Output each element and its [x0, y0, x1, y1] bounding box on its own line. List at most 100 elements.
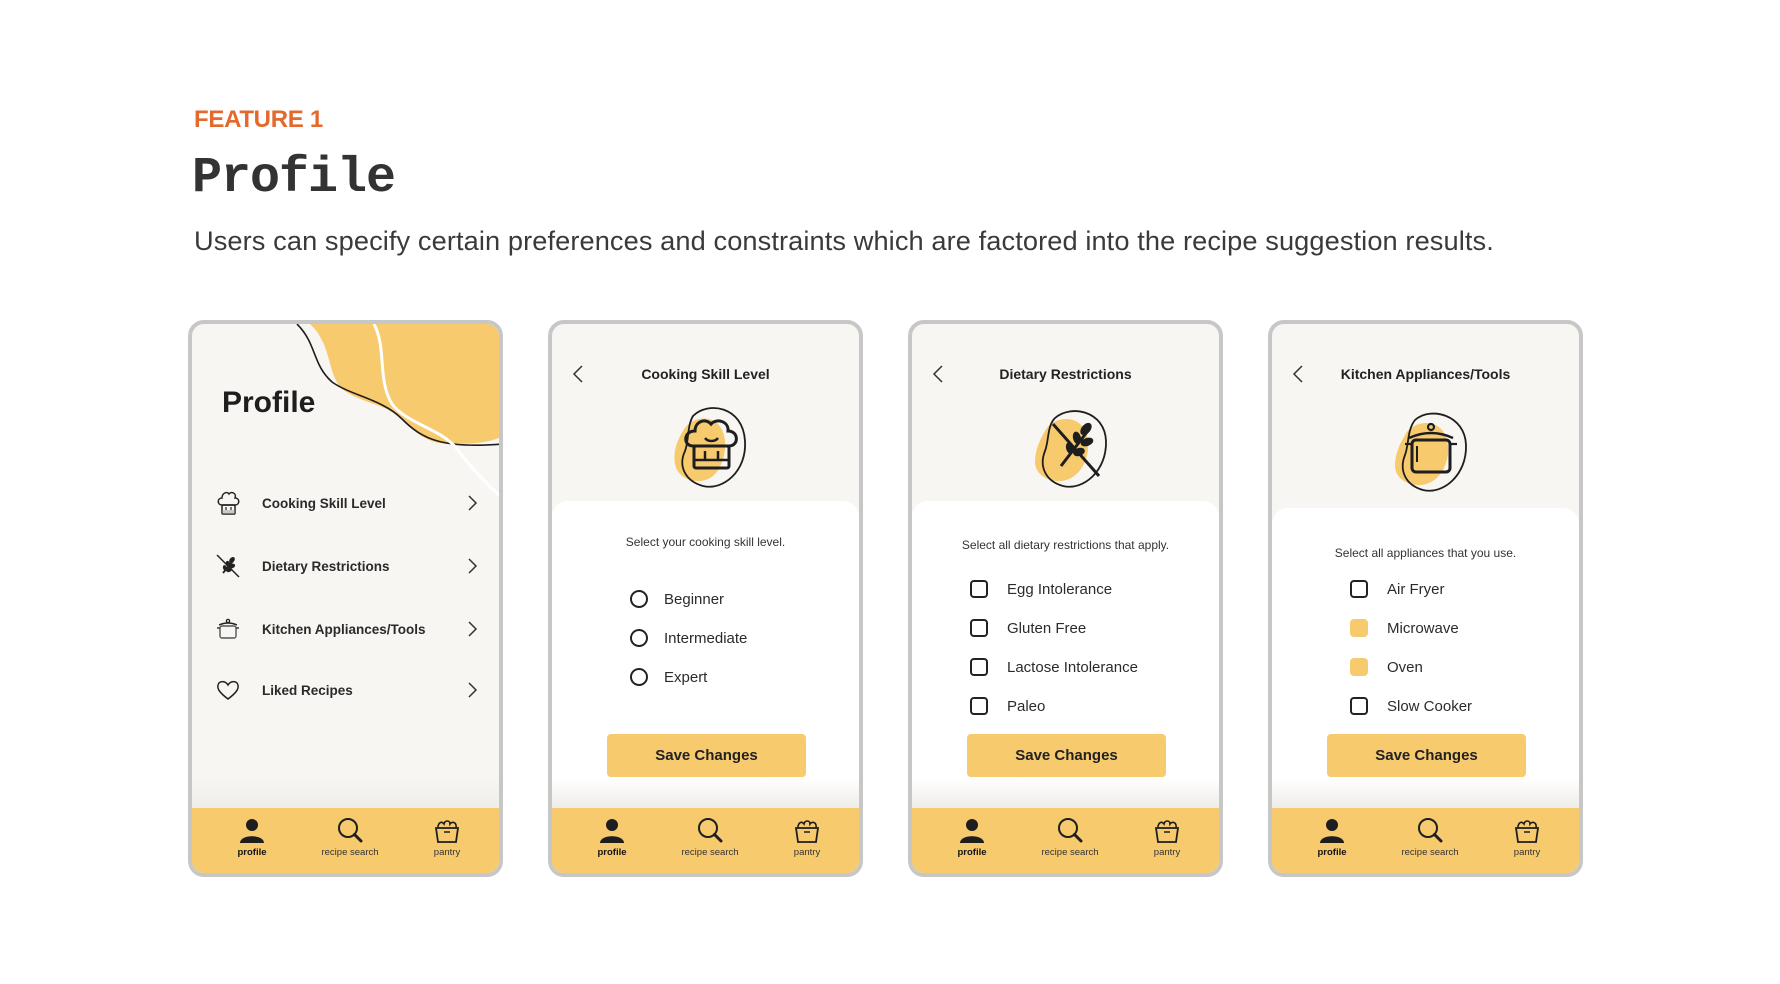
nav-recipe-search[interactable]: recipe search: [1380, 816, 1480, 858]
checkbox-option-microwave[interactable]: Microwave: [1350, 616, 1459, 640]
menu-item-kitchen-appliances[interactable]: Kitchen Appliances/Tools: [214, 612, 479, 646]
menu-item-label: Kitchen Appliances/Tools: [262, 621, 426, 637]
bottom-nav: profile recipe search pantry: [1272, 808, 1579, 873]
checkbox-option-slow-cooker[interactable]: Slow Cooker: [1350, 694, 1472, 718]
option-label: Egg Intolerance: [1007, 580, 1113, 598]
bottom-nav: profile recipe search pantry: [912, 808, 1219, 873]
options-card: Select all dietary restrictions that app…: [912, 501, 1219, 808]
chevron-right-icon: [468, 682, 478, 698]
phone-dietary-restrictions-screen: Dietary Restrictions Select all dietary …: [908, 320, 1223, 877]
menu-item-dietary-restrictions[interactable]: Dietary Restrictions: [214, 549, 479, 583]
option-label: Paleo: [1007, 697, 1046, 715]
nav-shadow: [912, 778, 1219, 808]
radio-option-expert[interactable]: Expert: [630, 665, 707, 689]
heart-icon: [217, 680, 239, 700]
radio-option-beginner[interactable]: Beginner: [630, 587, 724, 611]
basket-icon: [794, 820, 820, 843]
checkbox[interactable]: [1350, 580, 1368, 598]
option-label: Lactose Intolerance: [1007, 658, 1138, 676]
instruction-text: Select all dietary restrictions that app…: [961, 538, 1170, 552]
menu-item-label: Dietary Restrictions: [262, 558, 390, 574]
basket-icon: [434, 820, 460, 843]
bottom-nav: profile recipe search pantry: [192, 808, 499, 873]
nav-recipe-search[interactable]: recipe search: [660, 816, 760, 858]
basket-icon: [1514, 820, 1540, 843]
person-icon: [600, 819, 624, 843]
nav-label: pantry: [433, 847, 461, 858]
checkbox-option-paleo[interactable]: Paleo: [970, 694, 1045, 718]
page-title: Profile: [192, 150, 396, 207]
phone-profile-screen: Profile Cooking Skill Level Dietary Rest…: [188, 320, 503, 877]
screen-title: Dietary Restrictions: [999, 366, 1132, 382]
no-wheat-icon: [1035, 410, 1107, 488]
checkbox-option-egg-intolerance[interactable]: Egg Intolerance: [970, 577, 1112, 601]
radio-button[interactable]: [630, 668, 648, 686]
person-icon: [960, 819, 984, 843]
nav-profile[interactable]: profile: [1282, 816, 1382, 858]
phone-kitchen-appliances-screen: Kitchen Appliances/Tools Select all appl…: [1268, 320, 1583, 877]
search-icon: [1418, 818, 1443, 843]
checkbox[interactable]: [970, 580, 988, 598]
menu-item-label: Cooking Skill Level: [262, 495, 386, 511]
option-label: Beginner: [664, 590, 725, 608]
option-label: Expert: [664, 668, 708, 686]
screen-title: Cooking Skill Level: [641, 366, 770, 382]
radio-button[interactable]: [630, 629, 648, 647]
nav-profile[interactable]: profile: [202, 816, 302, 858]
feature-eyebrow: FEATURE 1: [194, 106, 323, 133]
nav-pantry[interactable]: pantry: [1117, 816, 1217, 858]
checkbox[interactable]: [970, 619, 988, 637]
options-card: Select all appliances that you use. Air …: [1272, 508, 1579, 808]
nav-label: profile: [1317, 847, 1347, 858]
checkbox-option-air-fryer[interactable]: Air Fryer: [1350, 577, 1445, 601]
checkbox-checked[interactable]: [1350, 658, 1368, 676]
search-icon: [698, 818, 723, 843]
nav-profile[interactable]: profile: [922, 816, 1022, 858]
option-label: Air Fryer: [1387, 580, 1445, 598]
basket-icon: [1154, 820, 1180, 843]
checkbox-option-oven[interactable]: Oven: [1350, 655, 1423, 679]
radio-option-intermediate[interactable]: Intermediate: [630, 626, 747, 650]
search-icon: [1058, 818, 1083, 843]
page-subtitle: Users can specify certain preferences an…: [194, 225, 1494, 256]
option-label: Oven: [1387, 658, 1423, 676]
nav-recipe-search[interactable]: recipe search: [300, 816, 400, 858]
chevron-right-icon: [468, 558, 478, 574]
nav-label: pantry: [793, 847, 821, 858]
screen-title: Kitchen Appliances/Tools: [1340, 366, 1511, 382]
options-card: Select your cooking skill level. Beginne…: [552, 501, 859, 808]
menu-item-label: Liked Recipes: [262, 682, 353, 698]
nav-label: recipe search: [1401, 847, 1459, 858]
nav-pantry[interactable]: pantry: [397, 816, 497, 858]
person-icon: [1320, 819, 1344, 843]
bottom-nav: profile recipe search pantry: [552, 808, 859, 873]
checkbox-checked[interactable]: [1350, 619, 1368, 637]
nav-pantry[interactable]: pantry: [1477, 816, 1577, 858]
nav-label: recipe search: [321, 847, 379, 858]
save-changes-button[interactable]: Save Changes: [607, 734, 806, 777]
radio-button[interactable]: [630, 590, 648, 608]
checkbox-option-gluten-free[interactable]: Gluten Free: [970, 616, 1086, 640]
checkbox-option-lactose-intolerance[interactable]: Lactose Intolerance: [970, 655, 1138, 679]
nav-label: recipe search: [1041, 847, 1099, 858]
instruction-text: Select all appliances that you use.: [1334, 546, 1517, 560]
chef-hat-icon: [674, 407, 746, 488]
menu-item-cooking-skill[interactable]: Cooking Skill Level: [214, 486, 479, 520]
nav-shadow: [192, 778, 499, 808]
checkbox[interactable]: [970, 697, 988, 715]
person-icon: [240, 819, 264, 843]
nav-label: profile: [597, 847, 627, 858]
nav-shadow: [552, 778, 859, 808]
save-changes-button[interactable]: Save Changes: [1327, 734, 1526, 777]
nav-profile[interactable]: profile: [562, 816, 662, 858]
nav-recipe-search[interactable]: recipe search: [1020, 816, 1120, 858]
checkbox[interactable]: [970, 658, 988, 676]
save-changes-button[interactable]: Save Changes: [967, 734, 1166, 777]
nav-label: pantry: [1153, 847, 1181, 858]
profile-screen-title: Profile: [222, 386, 316, 419]
chef-hat-icon: [217, 491, 240, 515]
nav-pantry[interactable]: pantry: [757, 816, 857, 858]
instruction-text: Select your cooking skill level.: [625, 535, 786, 549]
checkbox[interactable]: [1350, 697, 1368, 715]
menu-item-liked-recipes[interactable]: Liked Recipes: [214, 673, 479, 707]
